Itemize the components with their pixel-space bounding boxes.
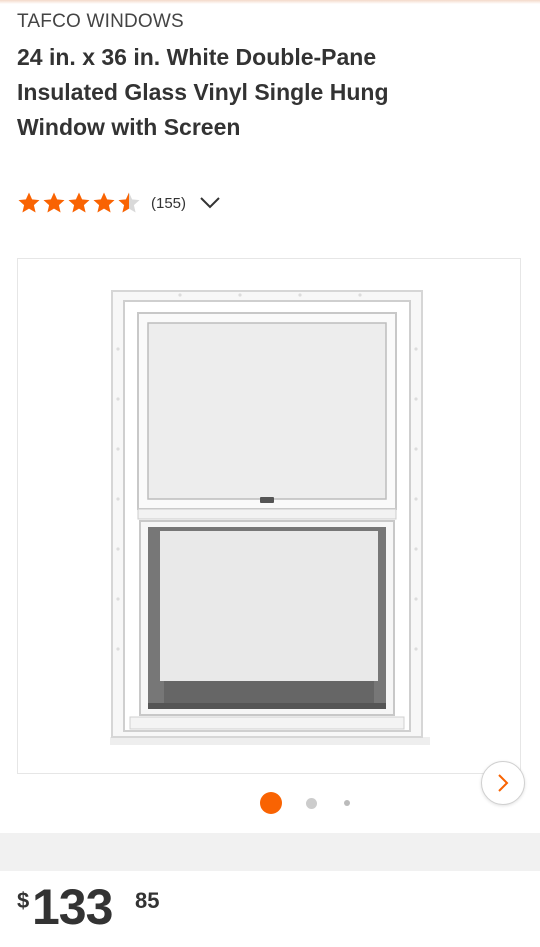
review-count[interactable]: (155): [151, 195, 186, 212]
brand-link[interactable]: TAFCO WINDOWS: [17, 11, 184, 33]
price-cents: 85: [135, 888, 160, 913]
rating-row[interactable]: (155): [17, 189, 221, 217]
star-rating: [17, 191, 142, 215]
star-icon: [18, 192, 40, 213]
product-image[interactable]: [110, 289, 430, 749]
star-icon: [68, 192, 90, 213]
price-currency: $: [17, 888, 30, 913]
star-icon: [43, 192, 65, 213]
star-half-icon: [118, 192, 140, 213]
pagination-dot[interactable]: [344, 800, 350, 806]
section-divider: [0, 833, 540, 871]
chevron-right-icon: [498, 774, 509, 792]
top-accent-strip: [0, 0, 540, 4]
pagination-dot[interactable]: [306, 798, 317, 809]
chevron-down-icon[interactable]: [199, 196, 221, 210]
price-dollars: 133: [32, 879, 113, 935]
pagination-dot-active[interactable]: [260, 792, 282, 814]
gallery-pagination[interactable]: [0, 792, 540, 814]
product-image-gallery[interactable]: [17, 258, 525, 805]
star-icon: [93, 192, 115, 213]
product-title: 24 in. x 36 in. White Double-Pane Insula…: [17, 44, 389, 140]
